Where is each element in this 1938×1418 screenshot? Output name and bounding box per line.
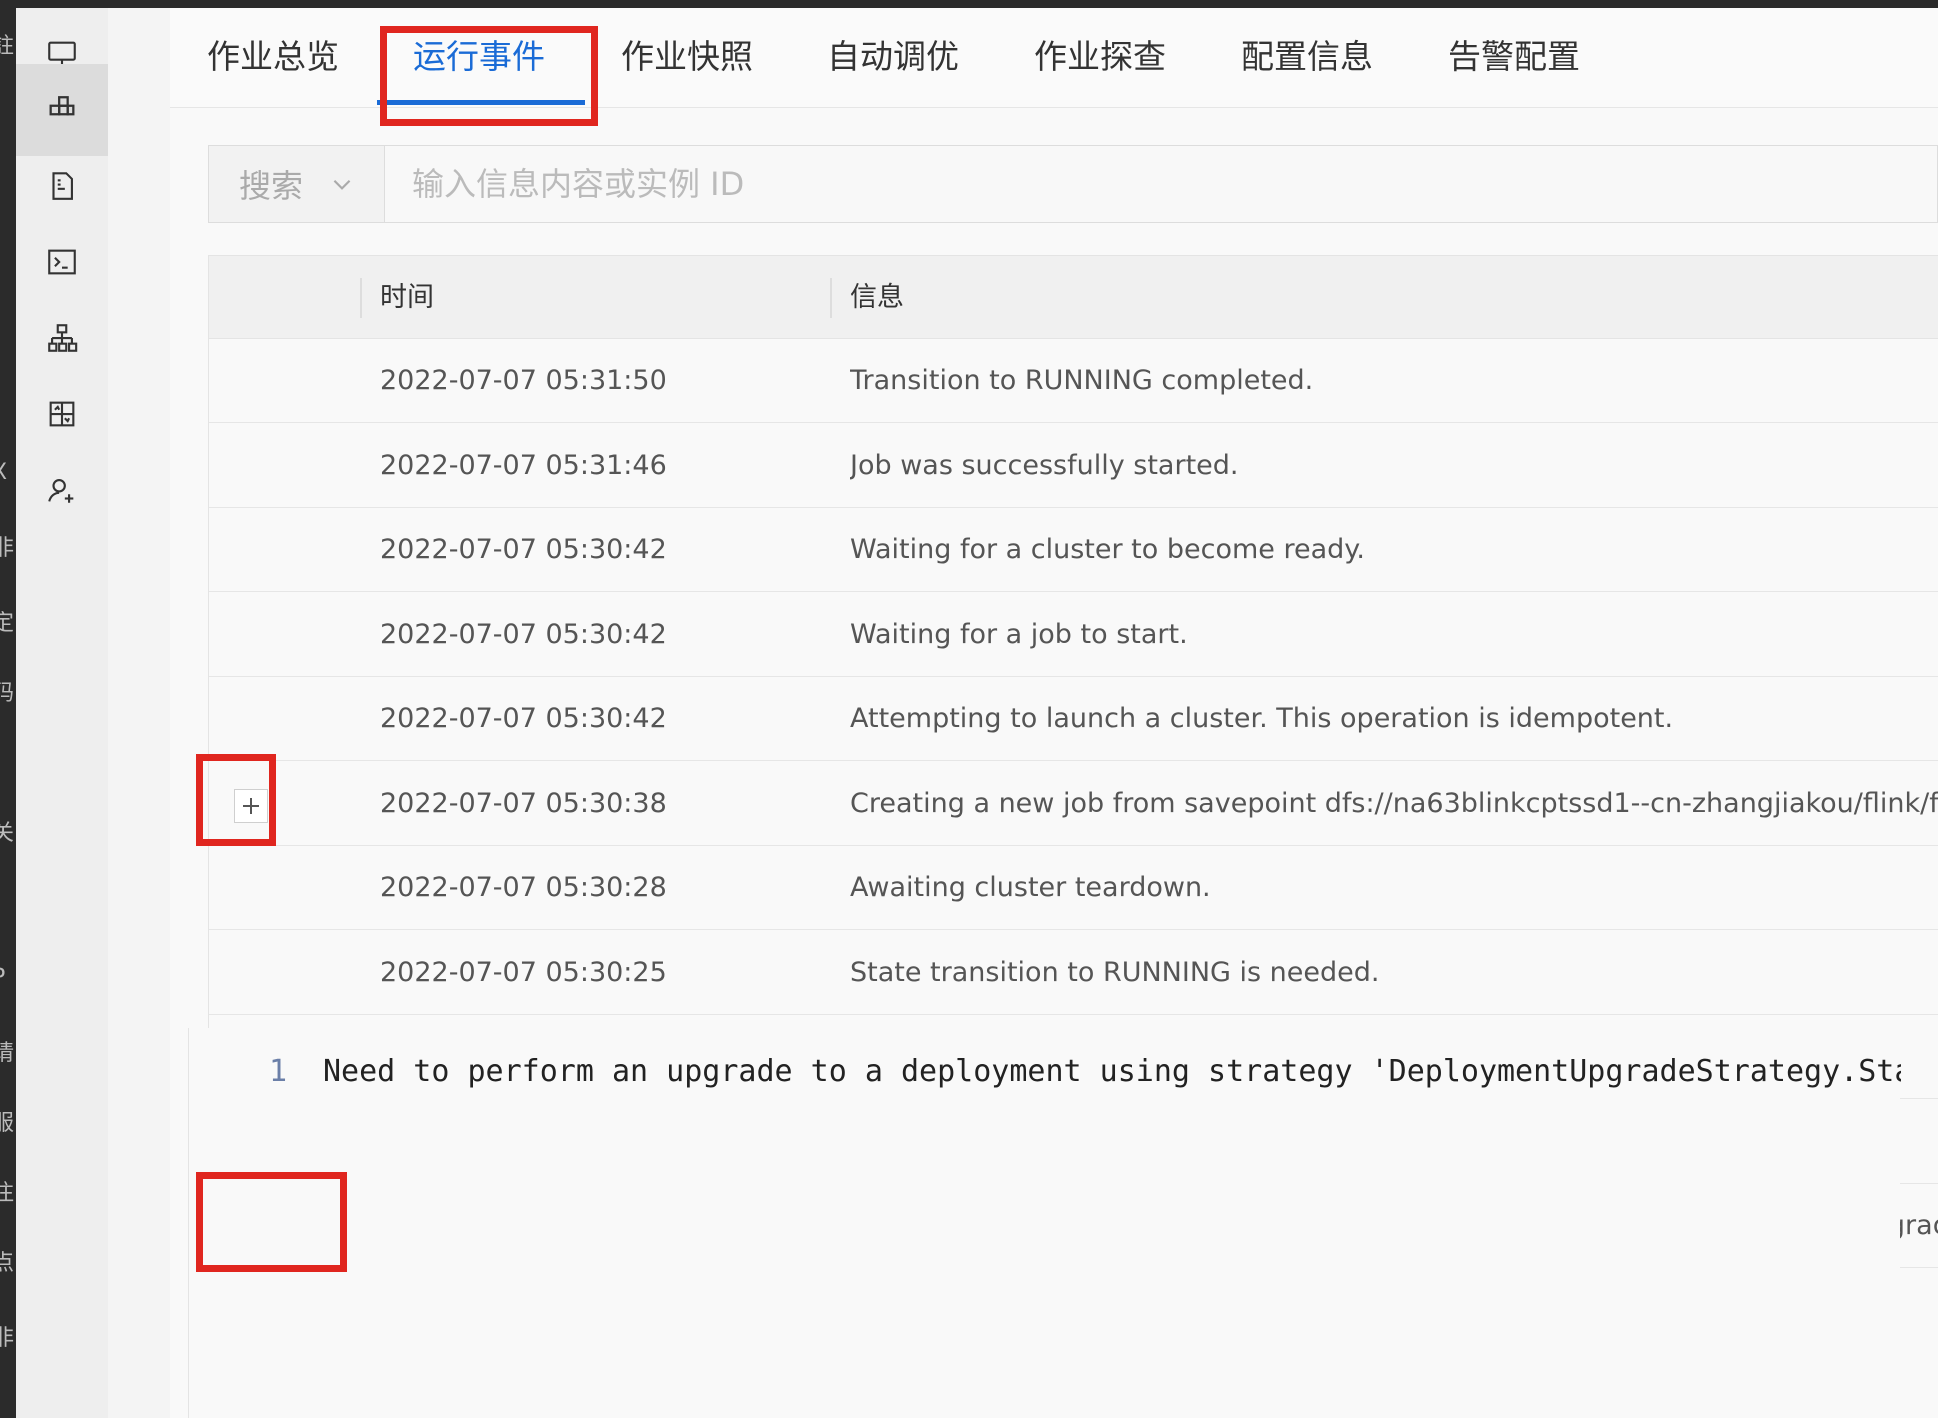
expand-row-button[interactable]: [234, 788, 268, 823]
clipped-edge-char: P: [0, 965, 5, 990]
tab-alert-config[interactable]: 告警配置: [1448, 30, 1580, 90]
expanded-detail: 1 Need to perform an upgrade to a deploy…: [188, 1028, 1901, 1418]
search-type-select[interactable]: 搜索: [209, 146, 385, 222]
search-bar: 搜索: [208, 145, 1938, 223]
clipped-edge-char: 服: [0, 1111, 15, 1136]
event-message: Waiting for a cluster to become ready.: [850, 534, 1365, 565]
event-time: 2022-07-07 05:30:28: [380, 872, 667, 903]
event-time: 2022-07-07 05:31:50: [380, 365, 667, 396]
column-header-message: 信息: [850, 282, 904, 313]
event-message: State transition to RUNNING is needed.: [850, 956, 1380, 988]
resource-grid-icon: [49, 401, 75, 427]
event-time: 2022-07-07 05:30:25: [380, 956, 667, 988]
event-time: 2022-07-07 05:30:38: [380, 787, 667, 819]
clipped-edge-char: 关: [0, 821, 15, 846]
column-separator: [360, 278, 362, 318]
column-header-time: 时间: [380, 282, 434, 313]
clipped-edge-text: 註X非定码·关P请服注点非: [0, 0, 16, 1418]
event-message: Creating a new job from savepoint dfs://…: [850, 787, 1938, 819]
clipped-edge-char: 注: [0, 1181, 15, 1206]
search-input[interactable]: [386, 146, 1938, 222]
tab-configuration[interactable]: 配置信息: [1241, 30, 1373, 90]
table-row[interactable]: 2022-07-07 05:30:28 Awaiting cluster tear…: [209, 846, 1938, 930]
terminal-icon: [48, 249, 76, 275]
search-select-label: 搜索: [239, 167, 304, 205]
detail-line-text: Need to perform an upgrade to a deployme…: [323, 1054, 1901, 1089]
rail-item-user-add[interactable]: [16, 444, 108, 536]
clipped-edge-char: 定: [0, 611, 15, 636]
event-message: Waiting for a job to start.: [850, 618, 1188, 650]
tab-events[interactable]: 运行事件: [413, 30, 545, 90]
event-message: Attempting to launch a cluster. This ope…: [850, 703, 1674, 734]
event-time: 2022-07-07 05:30:42: [380, 703, 667, 734]
table-row[interactable]: 2022-07-07 05:31:50 Transition to RUNNING…: [209, 339, 1938, 423]
deployments-icon: [49, 96, 75, 116]
user-add-icon: [48, 479, 74, 503]
clipped-edge-char: 非: [0, 1326, 15, 1351]
window-top-edge: [0, 0, 1938, 8]
event-message: Job was successfully started.: [850, 449, 1239, 481]
event-message: Transition to RUNNING completed.: [850, 365, 1314, 396]
event-time: 2022-07-07 05:31:46: [380, 449, 667, 481]
clipped-edge-char: 请: [0, 1041, 15, 1066]
tab-overview[interactable]: 作业总览: [207, 30, 339, 90]
icon-rail: [16, 8, 108, 1418]
clipped-edge-char: 点: [0, 1251, 15, 1276]
table-header: 时间 信息: [209, 255, 1938, 339]
active-tab-underline: [377, 100, 585, 105]
event-time: 2022-07-07 05:30:42: [380, 534, 667, 565]
tab-bar: 作业总览 运行事件 作业快照 自动调优 作业探查 配置信息 告警配置: [170, 8, 1938, 108]
table-row[interactable]: 2022-07-07 05:30:42 Waiting for a job to …: [209, 592, 1938, 677]
table-row[interactable]: 2022-07-07 05:31:46 Job was successfully …: [209, 423, 1938, 508]
document-icon: [52, 172, 73, 200]
clipped-edge-char: X: [0, 460, 7, 485]
tab-auto-tuning[interactable]: 自动调优: [827, 30, 959, 90]
table-row[interactable]: 2022-07-07 05:30:38 Creating a new job fr…: [209, 761, 1938, 846]
clipped-edge-char: 註: [0, 34, 15, 59]
detail-line-number: 1: [269, 1054, 288, 1089]
sitemap-icon: [48, 324, 78, 352]
column-separator: [830, 278, 832, 318]
main-panel: 作业总览 运行事件 作业快照 自动调优 作业探查 配置信息 告警配置 搜索 时间…: [170, 8, 1938, 1418]
chevron-down-icon: [333, 179, 351, 190]
sidebar-gutter: [108, 8, 170, 1418]
clipped-edge-char: 码: [0, 681, 15, 706]
event-time: 2022-07-07 05:30:42: [380, 618, 667, 650]
event-message: Awaiting cluster teardown.: [850, 872, 1211, 903]
tab-job-inspection[interactable]: 作业探查: [1034, 30, 1166, 90]
plus-icon: [243, 797, 259, 814]
tab-snapshots[interactable]: 作业快照: [621, 30, 753, 90]
table-row[interactable]: 2022-07-07 05:30:42 Attempting to launch …: [209, 677, 1938, 761]
table-row[interactable]: 2022-07-07 05:30:42 Waiting for a cluster…: [209, 508, 1938, 592]
clipped-edge-char: 非: [0, 536, 15, 561]
table-row[interactable]: 2022-07-07 05:30:25 State transition to R…: [209, 930, 1938, 1015]
